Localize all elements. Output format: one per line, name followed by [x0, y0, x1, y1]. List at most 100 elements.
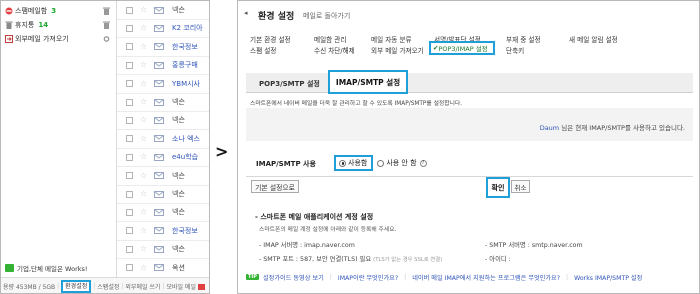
smtp-port: - SMTP 포트 : 587, 보안 연결(TLS) 필요 (TLS가 없는 …: [259, 254, 442, 263]
works-promo[interactable]: 기업,단체 메일은 Works!: [1, 260, 117, 275]
spam-icon: [5, 7, 13, 15]
confirm-button[interactable]: 확인: [486, 177, 510, 198]
radio-use-option[interactable]: 사용함: [334, 155, 374, 171]
envelope-icon: [154, 208, 164, 216]
mail-row[interactable]: ☆ YBM시사: [117, 75, 209, 94]
mail-row[interactable]: ☆ 소나 엑스: [117, 130, 209, 149]
folder-spam[interactable]: 스팸메일함 3: [5, 5, 113, 17]
star-icon[interactable]: ☆: [140, 226, 148, 235]
mail-checkbox[interactable]: [126, 172, 133, 180]
mail-row[interactable]: ☆ 홍릉구매: [117, 56, 209, 76]
spam-settings-link[interactable]: 스팸설정: [97, 282, 119, 291]
works-icon: [5, 263, 14, 272]
folder-name: 스팸메일함: [15, 7, 48, 15]
menu-block-unblock[interactable]: 수신 차단/해제: [314, 45, 355, 55]
tab-imap-smtp[interactable]: IMAP/SMTP 설정: [328, 70, 408, 94]
mail-row[interactable]: ☆ 넥슨: [117, 167, 209, 186]
tab-pop3-smtp[interactable]: POP3/SMTP 설정: [259, 79, 320, 89]
mail-row[interactable]: ☆ e4u학습: [117, 148, 209, 168]
star-icon[interactable]: ☆: [140, 98, 148, 106]
star-icon[interactable]: ☆: [140, 79, 148, 88]
mail-row[interactable]: ☆ 넥슨: [117, 203, 209, 223]
star-icon[interactable]: ☆: [140, 116, 148, 124]
mail-checkbox[interactable]: [126, 6, 133, 14]
mail-sender: e4u학습: [172, 153, 199, 162]
mail-row[interactable]: ☆ 넥슨: [117, 111, 209, 131]
star-icon[interactable]: ☆: [140, 190, 148, 198]
external-mail-link[interactable]: 외부메일 쓰기: [125, 282, 160, 291]
envelope-icon: [154, 116, 164, 124]
menu-mailbox-manage[interactable]: 메일함 관리: [314, 34, 346, 44]
folder-trash[interactable]: 휴지통 14: [5, 19, 113, 31]
menu-external-mail[interactable]: 외부 메일 가져오기: [371, 45, 424, 55]
mail-row[interactable]: ☆ 넥슨: [117, 93, 209, 112]
star-icon[interactable]: ☆: [140, 171, 148, 180]
mail-row[interactable]: ☆ 넥슨: [117, 240, 209, 260]
mail-checkbox[interactable]: [126, 24, 133, 32]
tip-video-guide[interactable]: 설정가이드 동영상 보기: [263, 273, 324, 282]
cancel-button[interactable]: 취소: [511, 180, 530, 193]
envelope-icon: [154, 98, 164, 106]
radio-unuse-option[interactable]: 사용 안 함 ?: [377, 158, 427, 168]
menu-shortcuts[interactable]: 단축키: [506, 45, 524, 55]
star-icon[interactable]: ☆: [140, 6, 148, 14]
trash-icon[interactable]: [103, 21, 110, 29]
mail-checkbox[interactable]: [126, 245, 133, 253]
mobile-mail-link[interactable]: 모바일 메일: [166, 282, 196, 291]
mail-checkbox[interactable]: [126, 153, 133, 161]
reset-default-button[interactable]: 기본 설정으로: [251, 180, 299, 193]
tip-badge: TIP: [246, 274, 259, 280]
mail-checkbox[interactable]: [126, 98, 133, 106]
menu-spam-settings[interactable]: 스팸 설정: [250, 45, 276, 55]
star-icon[interactable]: ☆: [140, 134, 148, 143]
star-icon[interactable]: ☆: [140, 61, 148, 69]
mail-checkbox[interactable]: [126, 135, 133, 143]
menu-auto-classify[interactable]: 메일 자동 분류: [371, 34, 412, 44]
mail-row[interactable]: ☆ 넥슨: [117, 1, 209, 20]
menu-pop3-imap-label: POP3/IMAP 설정: [438, 45, 488, 53]
imap-usage-label: IMAP/SMTP 사용: [256, 160, 316, 168]
envelope-icon: [154, 6, 164, 14]
menu-absence[interactable]: 부재 중 설정: [506, 34, 541, 44]
mail-sender: 홍릉구매: [172, 61, 198, 70]
menu-new-mail-alert[interactable]: 새 메일 알림 설정: [569, 34, 618, 44]
radio-use[interactable]: [339, 159, 346, 167]
trash-icon[interactable]: [103, 7, 110, 15]
mail-sender: 한국정보: [172, 226, 198, 235]
mail-checkbox[interactable]: [126, 43, 133, 51]
mail-row[interactable]: ☆ K2 코리아: [117, 19, 209, 39]
tip-works-settings[interactable]: Works IMAP/SMTP 설정: [574, 273, 642, 282]
radio-use-label: 사용함: [348, 159, 368, 167]
user-link[interactable]: Daum: [540, 124, 559, 132]
back-arrow-icon[interactable]: ◂: [244, 9, 248, 17]
mail-checkbox[interactable]: [126, 264, 133, 272]
mail-row[interactable]: ☆ 넥슨: [117, 185, 209, 204]
radio-unuse[interactable]: [377, 159, 385, 167]
mail-checkbox[interactable]: [126, 208, 133, 216]
star-icon[interactable]: ☆: [140, 24, 148, 32]
menu-basic-settings[interactable]: 기본 환경 설정: [250, 34, 291, 44]
mail-checkbox[interactable]: [126, 190, 133, 198]
star-icon[interactable]: ☆: [140, 245, 148, 253]
mail-row[interactable]: ☆ 한국정보: [117, 222, 209, 241]
star-icon[interactable]: ☆: [140, 42, 148, 51]
back-to-mail-link[interactable]: 메일로 돌아가기: [303, 11, 350, 21]
mail-checkbox[interactable]: [126, 116, 133, 124]
folder-external[interactable]: 외부메일 가져오기: [5, 33, 113, 45]
star-icon[interactable]: ☆: [140, 153, 148, 161]
menu-pop3-imap[interactable]: ✔ POP3/IMAP 설정: [429, 41, 495, 55]
env-settings-button[interactable]: 환경설정: [61, 280, 92, 293]
star-icon[interactable]: ☆: [140, 208, 148, 216]
help-icon[interactable]: ?: [419, 159, 427, 167]
tip-what-is-imap[interactable]: IMAP이란 무엇인가요?: [338, 273, 398, 282]
gear-icon[interactable]: [103, 35, 110, 43]
tip-supported-programs[interactable]: 네이버 메일 IMAP에서 지원하는 프로그램은 무엇인가요?: [412, 273, 560, 282]
mail-checkbox[interactable]: [126, 61, 133, 69]
mail-row[interactable]: ☆ 옥션: [117, 259, 209, 278]
mail-checkbox[interactable]: [126, 80, 133, 88]
external-mail-icon: [5, 35, 13, 43]
mail-row[interactable]: ☆ 한국정보: [117, 38, 209, 57]
star-icon[interactable]: ☆: [140, 263, 148, 272]
mail-sender: 소나 엑스: [172, 134, 200, 143]
mail-checkbox[interactable]: [126, 227, 133, 235]
